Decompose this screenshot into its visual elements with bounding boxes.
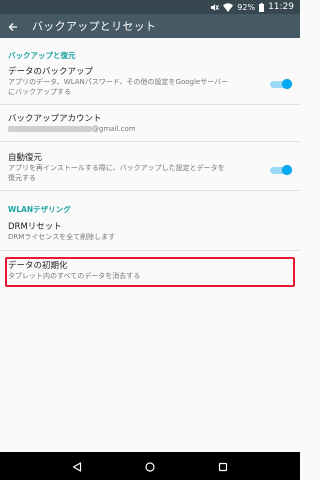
navigation-bar	[0, 452, 300, 480]
pref-summary: タブレット内のすべてのデータを消去する	[8, 272, 141, 280]
pref-summary: アプリのデータ、WLANパスワード、その他の設定をGoogleサーバー	[8, 78, 229, 86]
pref-title: データの初期化	[8, 261, 68, 271]
app-bar: バックアップとリセット	[0, 14, 300, 38]
pref-auto-restore[interactable]: 自動復元 アプリを再インストールする際に、バックアップした設定とデータを 復元す…	[0, 153, 300, 183]
recents-square-icon	[218, 457, 228, 476]
pref-summary: DRMライセンスを全て削除します	[8, 233, 116, 241]
divider	[0, 190, 300, 191]
auto-restore-toggle[interactable]	[270, 165, 292, 175]
toggle-thumb	[282, 79, 292, 89]
nav-home-button[interactable]	[138, 454, 162, 478]
settings-screen: 92% 11:29 バックアップとリセット バックアップと復元 データのバックア…	[0, 0, 300, 480]
nav-recents-button[interactable]	[211, 454, 235, 478]
wifi-icon	[223, 2, 234, 12]
backup-toggle[interactable]	[270, 79, 292, 89]
home-circle-icon	[145, 457, 155, 476]
pref-summary: にバックアップする	[8, 87, 71, 96]
mute-icon	[210, 3, 220, 12]
pref-summary: @gmail.com	[8, 125, 260, 135]
arrow-back-icon	[8, 17, 18, 36]
pref-drm-reset[interactable]: DRMリセット DRMライセンスを全て削除します	[0, 222, 300, 243]
blurred-account-name	[8, 126, 92, 132]
pref-backup-account[interactable]: バックアップアカウント @gmail.com	[0, 114, 300, 135]
section-header-backup: バックアップと復元	[8, 51, 76, 60]
clock: 11:29	[268, 2, 294, 12]
pref-summary: アプリを再インストールする際に、バックアップした設定とデータを	[8, 164, 225, 172]
divider	[0, 141, 300, 142]
back-button[interactable]	[0, 14, 26, 38]
account-domain: @gmail.com	[92, 125, 136, 133]
battery-icon	[259, 2, 265, 12]
pref-title: 自動復元	[8, 153, 43, 163]
status-bar: 92% 11:29	[0, 0, 300, 14]
pref-summary: 復元する	[8, 173, 36, 182]
page-title: バックアップとリセット	[32, 20, 157, 33]
pref-title: バックアップアカウント	[8, 114, 102, 124]
section-header-wlan: WLANテザリング	[8, 205, 71, 214]
pref-factory-reset[interactable]: データの初期化 タブレット内のすべてのデータを消去する	[0, 261, 300, 282]
divider	[0, 250, 300, 251]
pref-data-backup[interactable]: データのバックアップ アプリのデータ、WLANパスワード、その他の設定をGoog…	[0, 67, 300, 97]
nav-back-button[interactable]	[65, 454, 89, 478]
toggle-thumb	[282, 165, 292, 175]
pref-title: データのバックアップ	[8, 67, 94, 77]
divider	[0, 104, 300, 105]
battery-percent: 92%	[237, 2, 256, 12]
pref-title: DRMリセット	[8, 222, 62, 232]
back-triangle-icon	[72, 457, 82, 476]
